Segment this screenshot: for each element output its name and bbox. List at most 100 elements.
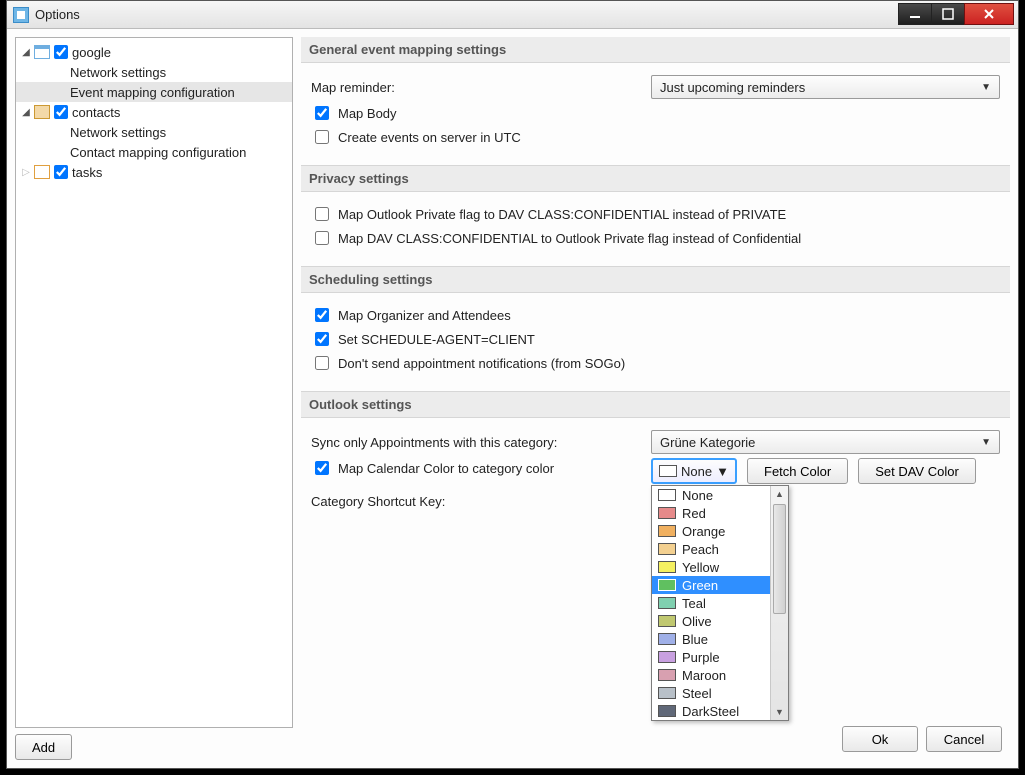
profile-tree[interactable]: ◢ google Network settings Event mapping … [15, 37, 293, 728]
dialog-footer: Ok Cancel [301, 722, 1010, 760]
tree-item-google-event-mapping[interactable]: Event mapping configuration [16, 82, 292, 102]
color-combo-value: None [681, 464, 712, 479]
color-option-label: Orange [682, 524, 725, 539]
color-dropdown[interactable]: None Red OrangePeachYellow GreenTeal OliveBl… [651, 485, 789, 721]
organizer-input[interactable] [315, 308, 329, 322]
app-icon [13, 7, 29, 23]
close-button[interactable] [964, 3, 1014, 25]
utc-input[interactable] [315, 130, 329, 144]
color-swatch-icon [658, 507, 676, 519]
expand-icon[interactable]: ◢ [20, 47, 32, 58]
color-option-maroon[interactable]: Maroon [652, 666, 770, 684]
color-swatch-icon [658, 633, 676, 645]
organizer-checkbox[interactable]: Map Organizer and Attendees [311, 305, 511, 325]
scrollbar[interactable]: ▲ ▼ [770, 486, 788, 720]
section-privacy-header: Privacy settings [301, 165, 1010, 192]
tree-check-contacts[interactable] [54, 105, 68, 119]
expand-icon[interactable]: ◢ [20, 107, 32, 118]
expand-icon[interactable]: ▷ [20, 167, 32, 178]
map-body-checkbox[interactable]: Map Body [311, 103, 397, 123]
checkbox-label: Map Organizer and Attendees [338, 308, 511, 323]
utc-checkbox[interactable]: Create events on server in UTC [311, 127, 521, 147]
color-option-steel[interactable]: Steel [652, 684, 770, 702]
checkbox-label: Map Outlook Private flag to DAV CLASS:CO… [338, 207, 786, 222]
color-swatch-icon [658, 615, 676, 627]
maximize-button[interactable] [931, 3, 965, 25]
ok-button[interactable]: Ok [842, 726, 918, 752]
color-option-darksteel[interactable]: DarkSteel [652, 702, 770, 720]
scroll-up-icon[interactable]: ▲ [771, 486, 788, 502]
color-swatch-icon [658, 525, 676, 537]
color-option-label: Olive [682, 614, 712, 629]
tree-item-contacts-mapping[interactable]: Contact mapping configuration [16, 142, 292, 162]
titlebar[interactable]: Options [7, 1, 1018, 29]
color-option-label: Purple [682, 650, 720, 665]
map-color-input[interactable] [315, 461, 329, 475]
map-color-checkbox[interactable]: Map Calendar Color to category color [311, 458, 651, 478]
chevron-down-icon: ▼ [716, 464, 729, 479]
add-button[interactable]: Add [15, 734, 72, 760]
tree-item-tasks[interactable]: ▷ tasks [16, 162, 292, 182]
checkbox-label: Map DAV CLASS:CONFIDENTIAL to Outlook Pr… [338, 231, 801, 246]
color-combo[interactable]: None ▼ [651, 458, 737, 484]
checkbox-label: Set SCHEDULE-AGENT=CLIENT [338, 332, 535, 347]
checkbox-label: Don't send appointment notifications (fr… [338, 356, 625, 371]
privacy-opt2-checkbox[interactable]: Map DAV CLASS:CONFIDENTIAL to Outlook Pr… [311, 228, 801, 248]
cancel-button[interactable]: Cancel [926, 726, 1002, 752]
tree-label: Contact mapping configuration [70, 145, 246, 160]
schedule-agent-checkbox[interactable]: Set SCHEDULE-AGENT=CLIENT [311, 329, 535, 349]
scroll-thumb[interactable] [773, 504, 786, 614]
tree-item-google-network[interactable]: Network settings [16, 62, 292, 82]
color-option-red[interactable]: Red [652, 504, 770, 522]
color-swatch-icon [658, 705, 676, 717]
color-option-label: Green [682, 578, 718, 593]
select-value: Just upcoming reminders [660, 80, 805, 95]
tree-check-tasks[interactable] [54, 165, 68, 179]
select-value: Grüne Kategorie [660, 435, 755, 450]
set-dav-color-button[interactable]: Set DAV Color [858, 458, 976, 484]
section-scheduling-header: Scheduling settings [301, 266, 1010, 293]
contacts-icon [34, 105, 50, 119]
sync-category-select[interactable]: Grüne Kategorie ▼ [651, 430, 1000, 454]
privacy-opt1-input[interactable] [315, 207, 329, 221]
chevron-down-icon: ▼ [981, 82, 991, 93]
color-swatch-icon [658, 579, 676, 591]
tree-item-contacts[interactable]: ◢ contacts [16, 102, 292, 122]
map-reminder-select[interactable]: Just upcoming reminders ▼ [651, 75, 1000, 99]
color-option-label: Red [682, 506, 706, 521]
fetch-color-button[interactable]: Fetch Color [747, 458, 848, 484]
color-option-orange[interactable]: Orange [652, 522, 770, 540]
color-option-teal[interactable]: Teal [652, 594, 770, 612]
color-option-purple[interactable]: Purple [652, 648, 770, 666]
color-option-yellow[interactable]: Yellow [652, 558, 770, 576]
privacy-opt2-input[interactable] [315, 231, 329, 245]
color-swatch-icon [659, 465, 677, 477]
tree-label: Network settings [70, 65, 166, 80]
schedule-agent-input[interactable] [315, 332, 329, 346]
color-option-blue[interactable]: Blue [652, 630, 770, 648]
minimize-button[interactable] [898, 3, 932, 25]
tree-item-contacts-network[interactable]: Network settings [16, 122, 292, 142]
privacy-opt1-checkbox[interactable]: Map Outlook Private flag to DAV CLASS:CO… [311, 204, 786, 224]
tree-check-google[interactable] [54, 45, 68, 59]
color-swatch-icon [658, 561, 676, 573]
map-body-input[interactable] [315, 106, 329, 120]
scroll-down-icon[interactable]: ▼ [771, 704, 788, 720]
color-option-label: Steel [682, 686, 712, 701]
settings-panel: General event mapping settings Map remin… [301, 37, 1010, 722]
checkbox-label: Create events on server in UTC [338, 130, 521, 145]
window-title: Options [35, 7, 80, 22]
color-swatch-icon [658, 687, 676, 699]
checkbox-label: Map Body [338, 106, 397, 121]
sync-category-label: Sync only Appointments with this categor… [311, 435, 651, 450]
tree-item-google[interactable]: ◢ google [16, 42, 292, 62]
color-option-olive[interactable]: Olive [652, 612, 770, 630]
color-option-peach[interactable]: Peach [652, 540, 770, 558]
color-option-none[interactable]: None [652, 486, 770, 504]
color-option-green[interactable]: Green [652, 576, 770, 594]
tree-label: Event mapping configuration [70, 85, 235, 100]
no-notify-checkbox[interactable]: Don't send appointment notifications (fr… [311, 353, 625, 373]
tree-label: tasks [72, 165, 102, 180]
no-notify-input[interactable] [315, 356, 329, 370]
chevron-down-icon: ▼ [981, 437, 991, 448]
